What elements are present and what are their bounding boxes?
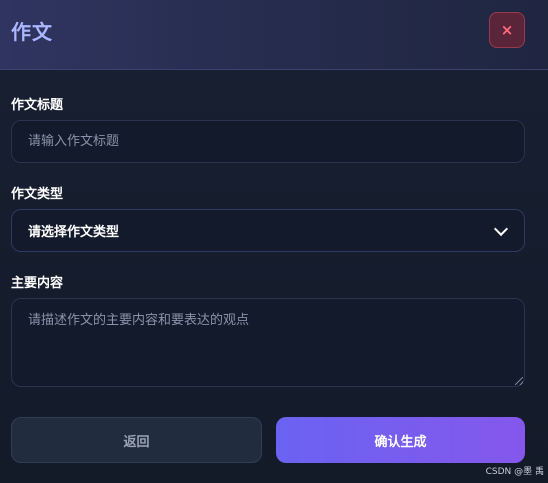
type-select[interactable]: 请选择作文类型: [11, 209, 525, 252]
dialog-header: 作文 ×: [0, 0, 548, 70]
type-select-value: 请选择作文类型: [28, 225, 120, 240]
confirm-generate-button[interactable]: 确认生成: [276, 417, 525, 463]
title-label: 作文标题: [11, 98, 64, 113]
close-icon: ×: [500, 20, 514, 39]
close-button[interactable]: ×: [489, 12, 525, 48]
back-button[interactable]: 返回: [11, 417, 262, 463]
content-label: 主要内容: [11, 276, 64, 291]
title-input[interactable]: [11, 120, 525, 163]
resize-handle-icon[interactable]: [515, 377, 523, 385]
type-label: 作文类型: [11, 187, 64, 202]
compose-dialog: 作文 × 作文标题 作文类型 请选择作文类型 主要内容 返回 确认生成 CSDN…: [0, 0, 548, 483]
dialog-title: 作文: [11, 20, 53, 44]
chevron-down-icon: [493, 221, 509, 236]
watermark: CSDN @墨 禹: [485, 467, 544, 477]
content-textarea[interactable]: [11, 298, 525, 387]
